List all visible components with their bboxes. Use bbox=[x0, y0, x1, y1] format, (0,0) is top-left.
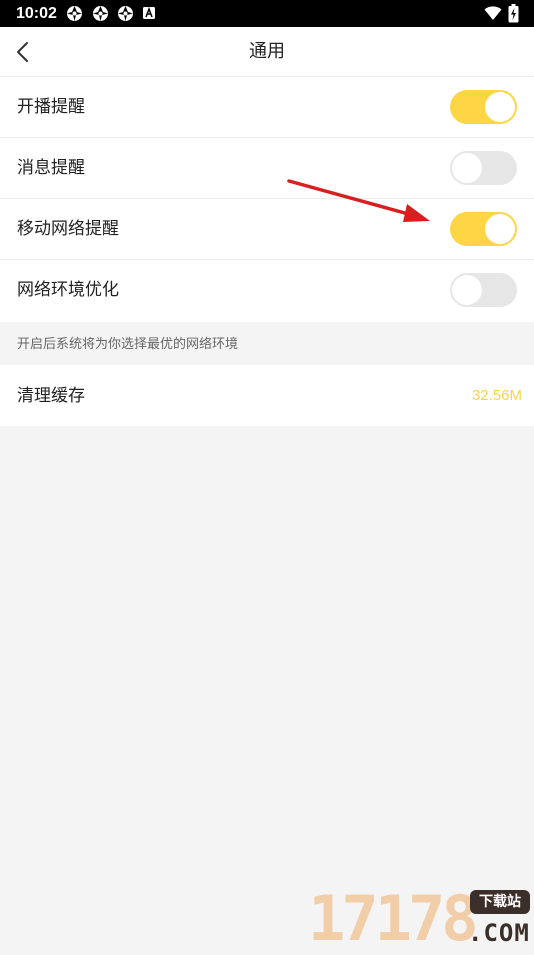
setting-row-message-reminder: 消息提醒 bbox=[0, 138, 534, 199]
status-bar: 10:02 bbox=[0, 0, 534, 27]
cache-size-value: 32.56M bbox=[471, 387, 522, 404]
setting-label: 网络环境优化 bbox=[17, 280, 119, 300]
setting-row-mobile-network-reminder: 移动网络提醒 bbox=[0, 199, 534, 260]
watermark-domain: .COM bbox=[468, 919, 530, 947]
mobile-network-reminder-toggle[interactable] bbox=[450, 212, 517, 246]
aperture-icon bbox=[117, 5, 134, 22]
aperture-icon bbox=[92, 5, 109, 22]
annotation-arrow-icon bbox=[287, 179, 430, 222]
page-title: 通用 bbox=[249, 41, 285, 62]
setting-label: 消息提醒 bbox=[17, 158, 85, 178]
battery-charging-icon bbox=[508, 4, 519, 23]
setting-label: 开播提醒 bbox=[17, 97, 85, 117]
toggle-knob bbox=[452, 153, 482, 183]
toggle-knob bbox=[485, 92, 515, 122]
network-optimization-hint: 开启后系统将为你选择最优的网络环境 bbox=[17, 337, 239, 352]
watermark-logo: 17178 下载站 .COM bbox=[308, 886, 534, 950]
keyboard-a-icon bbox=[143, 7, 155, 19]
watermark-digits: 17178 bbox=[308, 882, 479, 955]
clear-cache-label: 清理缓存 bbox=[17, 386, 85, 406]
aperture-icon bbox=[66, 5, 83, 22]
settings-list: 开播提醒 消息提醒 移动网络提醒 网络环境优化 bbox=[0, 77, 534, 322]
clear-cache-row[interactable]: 清理缓存 32.56M bbox=[0, 365, 534, 426]
setting-label: 移动网络提醒 bbox=[17, 219, 119, 239]
setting-row-live-reminder: 开播提醒 bbox=[0, 77, 534, 138]
toggle-knob bbox=[452, 275, 482, 305]
wifi-icon bbox=[484, 6, 502, 21]
watermark-badge: 下载站 bbox=[470, 890, 530, 914]
live-reminder-toggle[interactable] bbox=[450, 90, 517, 124]
setting-row-network-optimization: 网络环境优化 bbox=[0, 260, 534, 322]
app-header: 通用 bbox=[0, 27, 534, 77]
message-reminder-toggle[interactable] bbox=[450, 151, 517, 185]
toggle-knob bbox=[485, 214, 515, 244]
status-time: 10:02 bbox=[16, 5, 57, 22]
network-optimization-toggle[interactable] bbox=[450, 273, 517, 307]
